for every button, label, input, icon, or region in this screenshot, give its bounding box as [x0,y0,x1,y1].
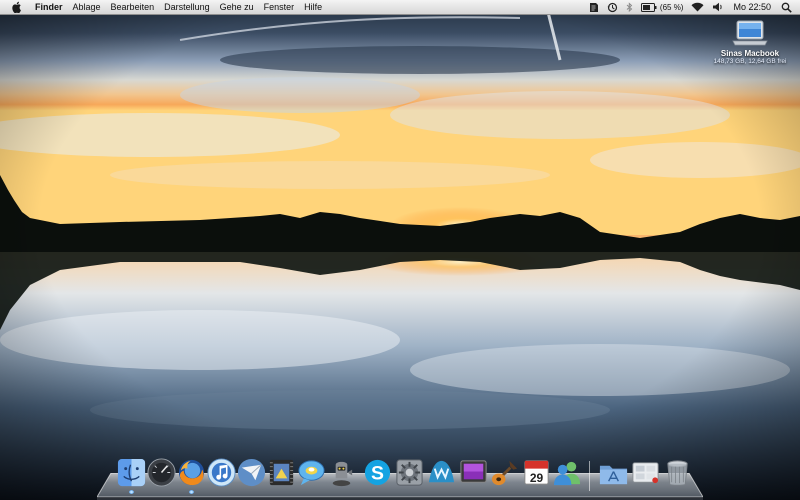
menu-bearbeiten[interactable]: Bearbeiten [106,0,160,14]
dock-itunes[interactable] [206,457,237,488]
bluetooth-icon[interactable] [622,1,637,13]
menu-extras: (65 %) Mo 22:50 [584,0,800,14]
menu-fenster[interactable]: Fenster [259,0,300,14]
svg-text:S: S [371,462,384,484]
script-icon[interactable] [584,2,603,13]
dock-separator [589,461,590,491]
dock-dashboard[interactable] [146,457,177,488]
volume-icon[interactable] [708,2,727,12]
menu-hilfe[interactable]: Hilfe [299,0,327,14]
wifi-icon[interactable] [687,2,708,12]
desktop-wallpaper [0,0,800,500]
dock-trash[interactable] [662,457,693,488]
dock-finder[interactable] [116,457,147,494]
dock-screensaver[interactable] [458,457,489,488]
running-indicator [189,490,194,494]
running-indicator [129,490,134,494]
desktop-drive[interactable]: Sinas Macbook 148,73 GB, 12,64 GB frei [706,20,794,65]
dock-dreamweaver[interactable] [426,457,457,488]
drive-info: 148,73 GB, 12,64 GB frei [713,58,787,65]
dock-imovie[interactable] [266,457,297,488]
time-machine-icon[interactable] [603,2,622,13]
dock-ichat[interactable] [296,457,327,488]
apple-menu-icon[interactable] [12,1,22,14]
menu-bar: Finder Ablage Bearbeiten Darstellung Geh… [0,0,800,15]
dock-garageband[interactable] [490,457,521,488]
spotlight-icon[interactable] [777,2,800,13]
dock-applications-folder[interactable] [598,457,629,488]
dock-mail[interactable] [236,457,267,488]
laptop-drive-icon [732,20,768,46]
dock-system-preferences[interactable] [394,457,425,488]
menu-clock[interactable]: Mo 22:50 [727,2,777,12]
dock-skype[interactable]: S [362,457,393,488]
dock-firefox[interactable] [176,457,207,494]
dock-downloads-stack[interactable] [630,457,661,488]
menu-app-name[interactable]: Finder [30,0,68,14]
dock-address-book[interactable] [552,457,583,488]
menu-gehe-zu[interactable]: Gehe zu [215,0,259,14]
menu-darstellung[interactable]: Darstellung [159,0,215,14]
battery-icon[interactable]: (65 %) [637,2,688,12]
dock-ical[interactable]: 29 [521,457,552,488]
dock-automator[interactable] [326,457,357,488]
battery-percent: (65 %) [659,2,684,12]
dock: S 29 [110,457,700,497]
menu-ablage[interactable]: Ablage [68,0,106,14]
ical-day: 29 [529,471,544,485]
drive-name: Sinas Macbook [720,49,780,58]
